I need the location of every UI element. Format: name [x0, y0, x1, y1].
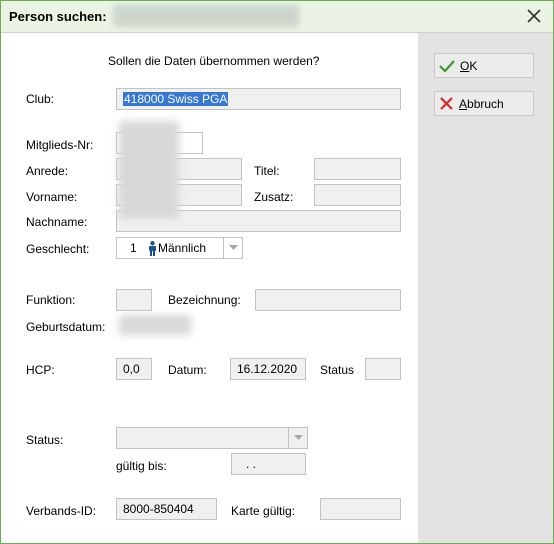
redacted-person-name [113, 5, 299, 27]
nachname-label: Nachname: [26, 215, 88, 229]
datum-field[interactable]: 16.12.2020 [230, 358, 306, 380]
geschlecht-label: Geschlecht: [26, 242, 90, 256]
bezeichnung-field[interactable] [255, 289, 401, 311]
vorname-label: Vorname: [26, 190, 78, 204]
geschlecht-dropdown[interactable]: 1 Männlich [116, 237, 243, 259]
mitglieds-label: Mitglieds-Nr: [26, 138, 94, 152]
hcp-value: 0,0 [123, 362, 140, 376]
status-inline-label: Status [320, 363, 355, 377]
close-icon [527, 9, 541, 23]
club-value: 418000 Swiss PGA [123, 92, 229, 106]
close-button[interactable] [521, 4, 547, 28]
status-dropdown[interactable] [116, 427, 308, 449]
gueltig-field[interactable]: . . [231, 453, 306, 475]
geschlecht-dropdown-button[interactable] [223, 238, 242, 258]
chevron-down-icon [228, 245, 238, 250]
status-dropdown-button[interactable] [288, 428, 307, 448]
action-panel: OK Abbruch [418, 33, 553, 543]
karte-label: Karte gültig: [231, 504, 296, 518]
gueltig-label: gültig bis: [116, 459, 167, 473]
verbands-label: Verbands-ID: [26, 504, 97, 518]
dialog-window: Person suchen: Sollen die Daten übernomm… [0, 0, 554, 544]
geschlecht-value: Männlich [158, 241, 207, 255]
verbands-field[interactable]: 8000-850404 [116, 498, 217, 520]
ok-button-label: OK [460, 58, 478, 73]
hcp-label: HCP: [26, 363, 55, 377]
geburtsdatum-label: Geburtsdatum: [26, 320, 106, 334]
titel-field[interactable] [314, 158, 401, 180]
club-field[interactable]: 418000 Swiss PGA [116, 88, 401, 110]
zusatz-label: Zusatz: [254, 190, 294, 204]
geschlecht-code: 1 [130, 241, 137, 255]
karte-field[interactable] [320, 498, 401, 520]
ok-button[interactable]: OK [434, 53, 534, 78]
titel-label: Titel: [254, 164, 280, 178]
title-bar: Person suchen: [1, 1, 553, 33]
checkmark-icon [439, 59, 455, 73]
anrede-label: Anrede: [26, 164, 69, 178]
datum-value: 16.12.2020 [237, 362, 298, 376]
status-label: Status: [26, 433, 64, 447]
cancel-x-icon [440, 97, 453, 110]
zusatz-field[interactable] [314, 184, 401, 206]
redacted-personal-data [119, 121, 179, 219]
gueltig-value: . . [246, 457, 257, 471]
cancel-button-label: Abbruch [459, 96, 504, 111]
funktion-label: Funktion: [26, 293, 76, 307]
bezeichnung-label: Bezeichnung: [168, 293, 241, 307]
funktion-field[interactable] [116, 289, 152, 311]
confirm-prompt: Sollen die Daten übernommen werden? [108, 54, 320, 68]
hcp-field[interactable]: 0,0 [116, 358, 152, 380]
redacted-birthdate [119, 315, 191, 335]
verbands-value: 8000-850404 [123, 502, 194, 516]
male-person-icon [149, 241, 156, 256]
status-inline-field[interactable] [365, 358, 401, 380]
window-title: Person suchen: [9, 9, 107, 24]
datum-label: Datum: [168, 363, 207, 377]
club-label: Club: [26, 92, 55, 106]
cancel-button[interactable]: Abbruch [434, 91, 534, 116]
chevron-down-icon [293, 435, 303, 440]
